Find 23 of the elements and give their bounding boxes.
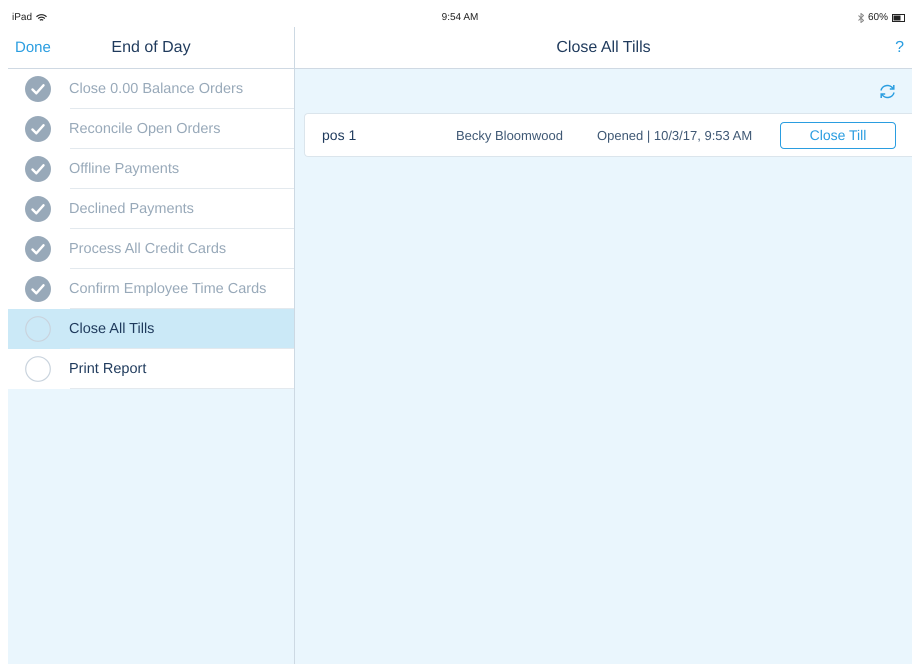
wifi-icon bbox=[36, 14, 48, 22]
help-button[interactable]: ? bbox=[895, 38, 904, 56]
checklist-item[interactable]: Declined Payments bbox=[8, 189, 294, 229]
checklist-item[interactable]: Reconcile Open Orders bbox=[8, 109, 294, 149]
bluetooth-icon bbox=[858, 12, 864, 22]
checklist-item[interactable]: Confirm Employee Time Cards bbox=[8, 269, 294, 309]
till-name: pos 1 bbox=[321, 127, 358, 143]
close-till-button[interactable]: Close Till bbox=[780, 122, 896, 148]
checklist-item[interactable]: Print Report bbox=[8, 349, 294, 389]
checklist-item[interactable]: Close All Tills bbox=[8, 309, 294, 349]
refresh-icon[interactable] bbox=[879, 84, 896, 98]
checklist-item[interactable]: Offline Payments bbox=[8, 149, 294, 189]
battery-percentage: 60% bbox=[868, 12, 888, 23]
checklist-item[interactable]: Process All Credit Cards bbox=[8, 229, 294, 269]
device-name: iPad bbox=[12, 12, 32, 23]
checklist-item[interactable]: Close 0.00 Balance Orders bbox=[8, 69, 294, 109]
employee-name: Becky Bloomwood bbox=[456, 128, 564, 142]
till-status: Opened | 10/3/17, 9:53 AM bbox=[597, 128, 754, 142]
battery-icon bbox=[892, 14, 906, 22]
clock-time: 9:54 AM bbox=[442, 12, 478, 23]
page-title: Close All Tills bbox=[556, 38, 651, 56]
done-button[interactable]: Done bbox=[8, 39, 51, 56]
sidebar-title: End of Day bbox=[111, 38, 191, 56]
